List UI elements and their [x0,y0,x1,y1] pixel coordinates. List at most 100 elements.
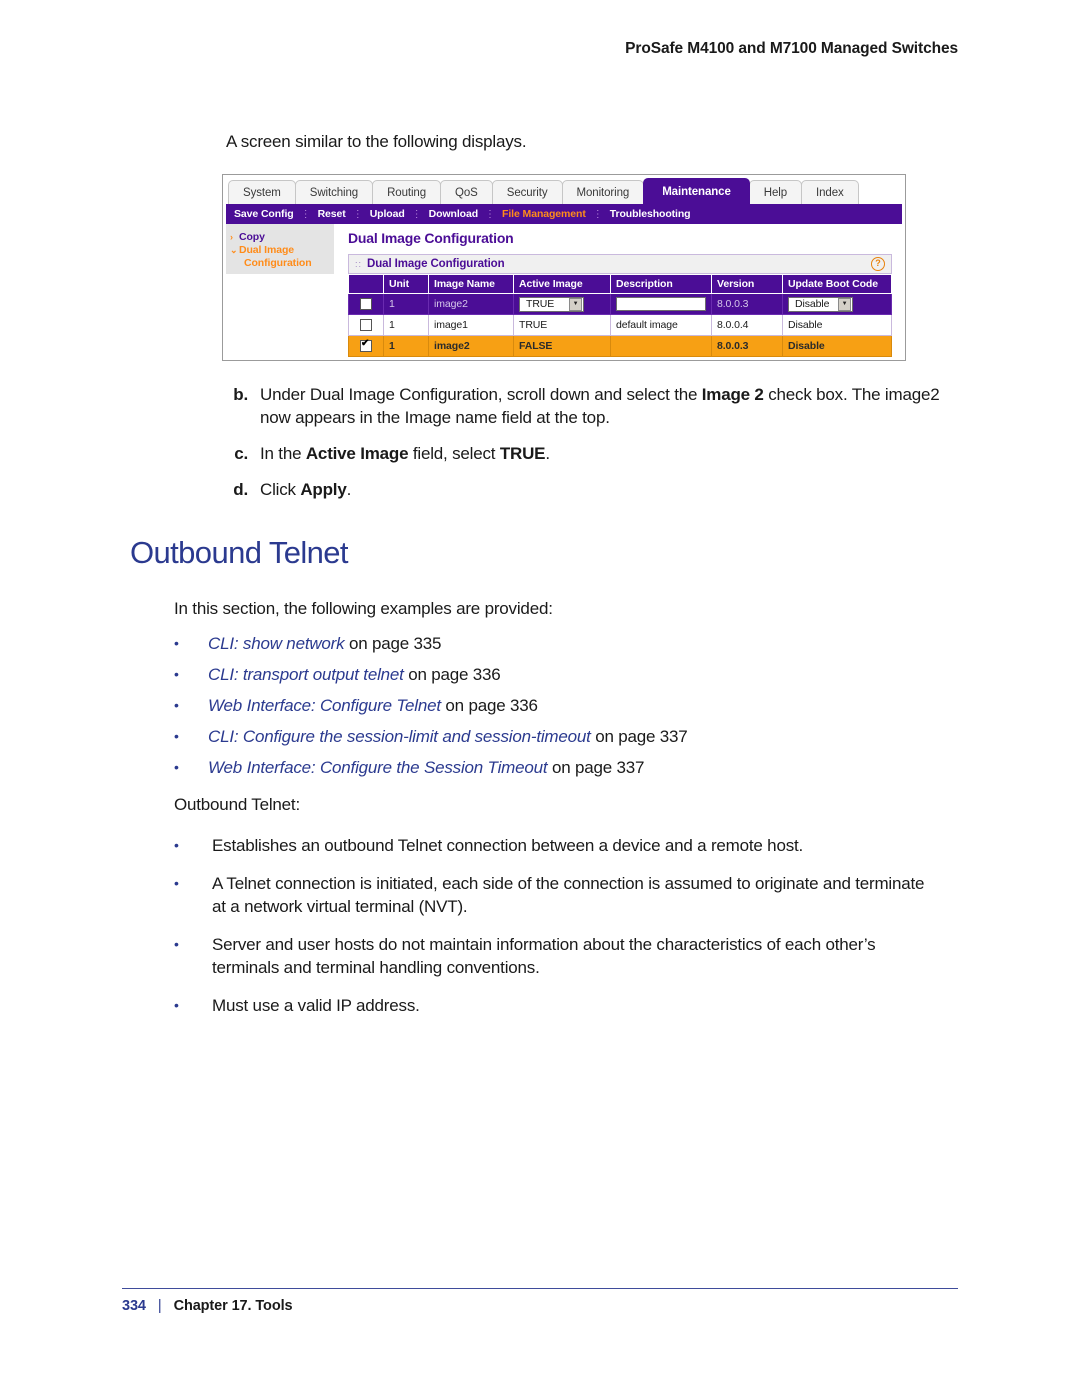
bullet-icon: • [174,837,179,853]
tab-switching[interactable]: Switching [294,180,374,204]
text-run: field, select [408,444,500,463]
row-checkbox[interactable] [360,298,372,311]
list-item: • Must use a valid IP address. [174,994,966,1017]
chevron-right-icon: › [230,232,233,242]
sidebar-item-copy[interactable]: › Copy [230,231,334,244]
list-item-text: A Telnet connection is initiated, each s… [212,874,925,916]
subnav-item-download[interactable]: Download [429,208,478,220]
footer-chapter: Chapter 17. Tools [173,1298,293,1314]
cross-reference-title[interactable]: CLI: Configure the session-limit and ses… [208,727,591,746]
step-text: Under Dual Image Configuration, scroll d… [260,383,966,429]
cross-reference-title[interactable]: Web Interface: Configure Telnet [208,696,441,715]
page-content: A screen similar to the following displa… [130,132,966,1032]
help-icon[interactable]: ? [871,257,885,271]
emphasis: Image 2 [701,385,764,404]
list-item: • Establishes an outbound Telnet connecti… [174,834,966,857]
tab-monitoring[interactable]: Monitoring [561,180,645,204]
embedded-screenshot-figure: System Switching Routing QoS Security Monitor… [222,174,906,361]
bullet-icon: • [174,997,179,1013]
chevron-down-icon[interactable]: ▼ [569,297,582,311]
column-header-version: Version [711,274,783,294]
step-text: Click Apply. [260,478,966,501]
subnav-item-troubleshooting[interactable]: Troubleshooting [610,208,691,220]
list-item[interactable]: • CLI: Configure the session-limit and se… [174,725,966,748]
cross-reference[interactable]: Web Interface: Configure the Session Tim… [208,756,966,779]
cross-reference-title[interactable]: Web Interface: Configure the Session Tim… [208,758,548,777]
list-item[interactable]: • Web Interface: Configure Telnet on page… [174,694,966,717]
emphasis: Active Image [305,444,409,463]
footer-page-number: 334 [122,1298,146,1314]
cross-reference-title[interactable]: CLI: transport output telnet [208,665,404,684]
cell-description[interactable] [610,293,712,315]
page-footer: 334 | Chapter 17. Tools [122,1298,293,1314]
cross-reference[interactable]: Web Interface: Configure Telnet on page … [208,694,966,717]
cross-reference-page: on page 337 [590,727,688,746]
cross-reference[interactable]: CLI: transport output telnet on page 336 [208,663,966,686]
tab-routing[interactable]: Routing [372,180,442,204]
list-item: • A Telnet connection is initiated, each … [174,872,966,918]
cell-unit: 1 [383,314,429,336]
footer-separator: | [157,1298,162,1314]
subnav-item-save-config[interactable]: Save Config [234,208,294,220]
table-row[interactable]: 1 image2 TRUE ▼ 8.0.0.3 Disable ▼ [348,293,892,315]
subnav-separator: ⋮ [592,208,603,220]
bullet-icon: • [174,635,179,651]
bullet-icon: • [174,697,179,713]
row-select-cell[interactable] [348,293,384,315]
panel-bar-title: Dual Image Configuration [367,258,505,270]
cell-active-image: TRUE [513,314,611,336]
list-item[interactable]: • CLI: transport output telnet on page 33… [174,663,966,686]
tab-maintenance[interactable]: Maintenance [643,178,750,204]
step-letter: b. [233,385,248,404]
list-item[interactable]: • Web Interface: Configure the Session Ti… [174,756,966,779]
description-input[interactable] [616,297,706,311]
bullet-icon: • [174,728,179,744]
running-head: ProSafe M4100 and M7100 Managed Switches [625,40,958,57]
bullet-icon: • [174,759,179,775]
cross-reference-title[interactable]: CLI: show network [208,634,345,653]
bullet-icon: • [174,666,179,682]
table-row[interactable]: 1 image1 TRUE default image 8.0.0.4 Disable [348,314,892,336]
screenshot-tabbar: System Switching Routing QoS Security Monitor… [226,178,902,204]
sidebar-item-dual-image[interactable]: ⌄ Dual Image [230,244,334,257]
subnav-item-file-management[interactable]: File Management [502,208,586,220]
list-item[interactable]: • CLI: show network on page 335 [174,632,966,655]
cell-active-image[interactable]: TRUE ▼ [513,293,611,315]
tab-system[interactable]: System [228,180,296,204]
table-row[interactable]: 1image2FALSE 8.0.0.3Disable [348,335,892,357]
text-run: Click [260,480,301,499]
cell-update-boot-code[interactable]: Disable ▼ [782,293,892,315]
column-header-unit: Unit [383,274,429,294]
tab-help[interactable]: Help [748,180,803,204]
cell-image-name: image2 [428,335,514,357]
cross-reference[interactable]: CLI: Configure the session-limit and ses… [208,725,966,748]
cell-version: 8.0.0.3 [711,293,783,315]
cell-update-boot-code: Disable [782,335,892,357]
chevron-down-icon: ⌄ [230,245,238,255]
column-header-active-image: Active Image [513,274,611,294]
row-checkbox[interactable] [360,338,372,353]
active-image-select[interactable]: TRUE ▼ [519,296,584,312]
panel-title: Dual Image Configuration [348,230,514,246]
column-header-image-name: Image Name [428,274,514,294]
tab-security[interactable]: Security [491,180,563,204]
row-select-cell[interactable] [348,314,384,336]
sidebar-item-dual-image-label: Dual Image [239,244,295,256]
row-checkbox[interactable] [360,319,372,332]
tab-qos[interactable]: QoS [440,180,493,204]
row-select-cell[interactable] [348,335,384,357]
step-text: In the Active Image field, select TRUE. [260,442,966,465]
subnav-item-reset[interactable]: Reset [318,208,346,220]
subnav-separator: ⋮ [352,208,363,220]
column-header-update-boot-code: Update Boot Code [782,274,892,294]
cross-reference-page: on page 336 [403,665,501,684]
cross-reference[interactable]: CLI: show network on page 335 [208,632,966,655]
emphasis: TRUE [499,444,546,463]
cell-unit: 1 [383,335,429,357]
update-boot-code-select[interactable]: Disable ▼ [788,296,853,312]
chevron-down-icon[interactable]: ▼ [838,297,851,311]
sidebar-item-dual-image-sublabel: Configuration [244,257,312,269]
subnav-item-upload[interactable]: Upload [370,208,405,220]
tab-index[interactable]: Index [801,180,859,204]
screenshot-panel: Dual Image Configuration :: Dual Image C… [334,224,902,357]
